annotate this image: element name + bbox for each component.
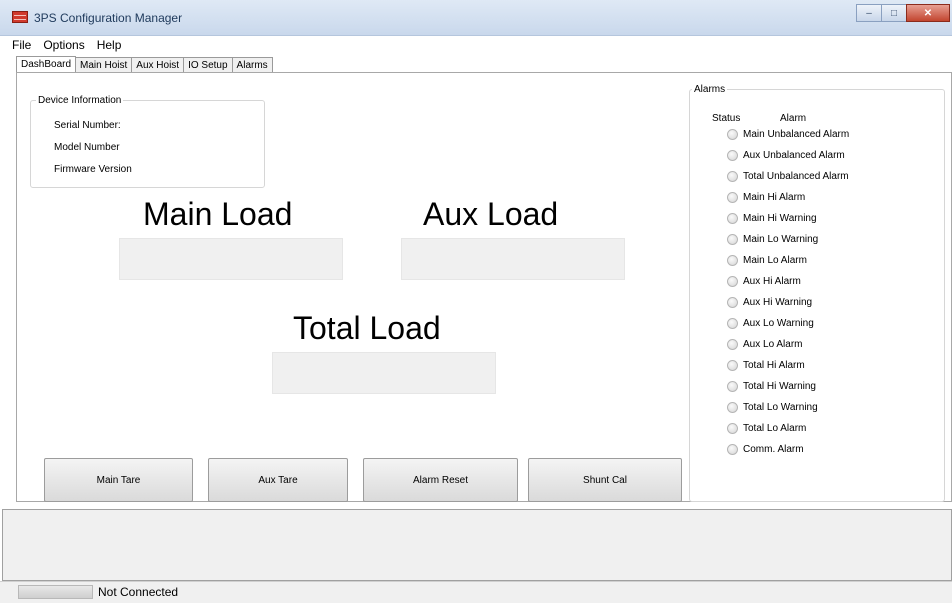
tab-io-setup[interactable]: IO Setup (183, 57, 233, 73)
alarm-row: Main Hi Alarm (727, 190, 805, 204)
alarm-row: Total Hi Warning (727, 379, 816, 393)
log-panel[interactable] (2, 509, 952, 581)
menu-file[interactable]: File (6, 36, 37, 54)
alarm-row: Total Unbalanced Alarm (727, 169, 849, 183)
tab-aux-hoist[interactable]: Aux Hoist (131, 57, 185, 73)
tab-main-hoist[interactable]: Main Hoist (75, 57, 133, 73)
tab-bar: DashBoard Main Hoist Aux Hoist IO Setup … (16, 56, 273, 73)
alarm-label: Main Hi Warning (743, 212, 817, 224)
alarm-status-indicator (727, 338, 738, 350)
alarm-row: Aux Hi Alarm (727, 274, 801, 288)
alarm-label: Total Lo Warning (743, 401, 818, 413)
aux-tare-button[interactable]: Aux Tare (208, 458, 348, 502)
shunt-cal-button[interactable]: Shunt Cal (528, 458, 682, 502)
alarm-status-indicator (727, 422, 738, 434)
close-button[interactable]: ✕ (906, 4, 950, 22)
total-load-label: Total Load (293, 310, 441, 346)
alarm-status-indicator (727, 359, 738, 371)
model-number-label: Model Number (54, 142, 120, 153)
minimize-button[interactable]: – (856, 4, 882, 22)
alarm-status-indicator (727, 401, 738, 413)
alarm-label: Aux Lo Alarm (743, 338, 803, 350)
alarm-status-indicator (727, 212, 738, 224)
alarm-name-header: Alarm (780, 113, 807, 124)
alarm-row: Aux Lo Alarm (727, 337, 802, 351)
connection-status: Not Connected (98, 585, 179, 599)
alarm-status-indicator (727, 275, 738, 287)
alarm-label: Main Hi Alarm (743, 191, 806, 203)
window-controls: – □ ✕ (856, 4, 950, 22)
tab-alarms[interactable]: Alarms (231, 57, 273, 73)
alarm-row: Main Hi Warning (727, 211, 817, 225)
alarm-row: Total Hi Alarm (727, 358, 805, 372)
alarms-legend: Alarms (692, 84, 728, 95)
tab-dashboard[interactable]: DashBoard (16, 56, 77, 73)
alarm-status-indicator (727, 254, 738, 266)
main-tare-button[interactable]: Main Tare (44, 458, 193, 502)
status-bar: Not Connected (0, 581, 952, 603)
device-info-legend: Device Information (36, 95, 124, 106)
aux-load-readout (401, 238, 625, 280)
window-title: 3PS Configuration Manager (34, 11, 183, 25)
serial-number-label: Serial Number: (54, 120, 121, 131)
alarm-label: Aux Hi Warning (743, 296, 813, 308)
alarm-label: Total Lo Alarm (743, 422, 807, 434)
alarm-status-header: Status (712, 113, 741, 124)
alarm-label: Aux Hi Alarm (743, 275, 801, 287)
alarm-label: Comm. Alarm (743, 443, 804, 455)
alarm-status-indicator (727, 233, 738, 245)
menu-bar: File Options Help (0, 36, 952, 54)
alarm-status-indicator (727, 443, 738, 455)
main-load-label: Main Load (143, 196, 293, 232)
alarm-label: Total Hi Warning (743, 380, 816, 392)
alarm-reset-button[interactable]: Alarm Reset (363, 458, 518, 502)
maximize-button[interactable]: □ (881, 4, 907, 22)
alarm-label: Aux Unbalanced Alarm (743, 149, 845, 161)
alarm-label: Aux Lo Warning (743, 317, 814, 329)
menu-options[interactable]: Options (37, 36, 90, 54)
app-icon (12, 11, 28, 23)
alarm-status-indicator (727, 128, 738, 140)
alarm-label: Main Lo Alarm (743, 254, 807, 266)
alarm-row: Main Lo Warning (727, 232, 818, 246)
alarm-row: Total Lo Alarm (727, 421, 806, 435)
alarm-label: Main Unbalanced Alarm (743, 128, 850, 140)
total-load-readout (272, 352, 496, 394)
alarm-status-indicator (727, 149, 738, 161)
connection-progress (18, 585, 93, 599)
menu-help[interactable]: Help (91, 36, 128, 54)
title-bar[interactable]: 3PS Configuration Manager – □ ✕ (0, 0, 952, 36)
alarm-status-indicator (727, 317, 738, 329)
alarm-row: Main Unbalanced Alarm (727, 127, 849, 141)
alarm-row: Aux Hi Warning (727, 295, 812, 309)
alarm-label: Total Unbalanced Alarm (743, 170, 849, 182)
alarm-status-indicator (727, 170, 738, 182)
alarm-status-indicator (727, 191, 738, 203)
alarm-row: Aux Lo Warning (727, 316, 814, 330)
alarm-row: Comm. Alarm (727, 442, 804, 456)
main-load-readout (119, 238, 343, 280)
alarm-row: Aux Unbalanced Alarm (727, 148, 845, 162)
alarm-status-indicator (727, 296, 738, 308)
alarm-label: Main Lo Warning (743, 233, 819, 245)
aux-load-label: Aux Load (423, 196, 559, 232)
alarm-status-indicator (727, 380, 738, 392)
alarm-row: Main Lo Alarm (727, 253, 807, 267)
alarm-label: Total Hi Alarm (743, 359, 805, 371)
alarm-row: Total Lo Warning (727, 400, 818, 414)
firmware-version-label: Firmware Version (54, 164, 132, 175)
